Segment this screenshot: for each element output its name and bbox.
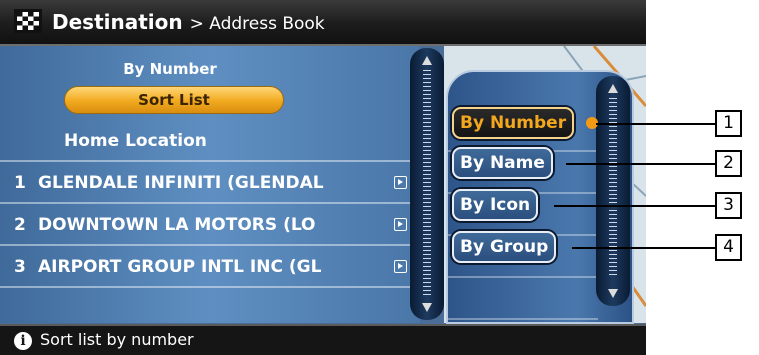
scroll-track — [423, 70, 431, 298]
entry-name: AIRPORT GROUP INTL INC (GL — [38, 257, 322, 277]
sort-option-by-group[interactable]: By Group — [452, 231, 557, 263]
list-item[interactable]: 2 DOWNTOWN LA MOTORS (LO — [0, 206, 420, 246]
scroll-up-icon[interactable] — [422, 56, 432, 65]
home-location-label: Home Location — [64, 131, 207, 151]
sort-option-by-icon[interactable]: By Icon — [452, 189, 539, 221]
entry-name: DOWNTOWN LA MOTORS (LO — [38, 215, 316, 235]
callout-1: 1 — [715, 110, 742, 137]
callout-3: 3 — [715, 192, 742, 219]
header-bar: Destination > Address Book — [0, 0, 646, 46]
entry-name: GLENDALE INFINITI (GLENDAL — [38, 173, 324, 193]
arrow-right-icon[interactable] — [394, 260, 407, 273]
page-title: Destination > Address Book — [52, 10, 325, 34]
info-icon: i — [14, 332, 32, 350]
popup-scrollbar[interactable] — [596, 76, 630, 306]
status-text: Sort list by number — [40, 330, 194, 349]
status-bar: i Sort list by number — [0, 324, 646, 355]
list-item[interactable]: 1 GLENDALE INFINITI (GLENDAL — [0, 164, 420, 204]
list-item[interactable]: 3 AIRPORT GROUP INTL INC (GL — [0, 248, 420, 288]
title-destination[interactable]: Destination — [52, 10, 183, 34]
scroll-track — [609, 98, 617, 278]
entry-number: 2 — [14, 215, 26, 235]
callout-2: 2 — [715, 150, 742, 177]
breadcrumb: > Address Book — [189, 14, 325, 34]
checkered-flag-icon — [14, 9, 42, 33]
sort-list-button[interactable]: Sort List — [64, 86, 284, 114]
callout-4: 4 — [715, 234, 742, 261]
callout-line-4 — [572, 247, 715, 249]
arrow-right-icon[interactable] — [394, 218, 407, 231]
nav-screen: Destination > Address Book By Number Sor… — [0, 0, 646, 355]
entry-number: 3 — [14, 257, 26, 277]
sort-mode-label: By Number — [123, 60, 217, 78]
home-location-item[interactable]: Home Location — [0, 122, 420, 162]
arrow-right-icon[interactable] — [394, 176, 407, 189]
sort-option-by-number[interactable]: By Number — [452, 107, 575, 139]
list-scrollbar[interactable] — [410, 48, 444, 320]
scroll-up-icon[interactable] — [608, 84, 618, 93]
callout-line-2 — [566, 163, 715, 165]
sort-option-by-name[interactable]: By Name — [452, 147, 553, 179]
scroll-down-icon[interactable] — [422, 303, 432, 312]
callout-line-3 — [554, 205, 715, 207]
scroll-down-icon[interactable] — [608, 289, 618, 298]
callout-line-1 — [596, 123, 715, 125]
entry-number: 1 — [14, 173, 26, 193]
